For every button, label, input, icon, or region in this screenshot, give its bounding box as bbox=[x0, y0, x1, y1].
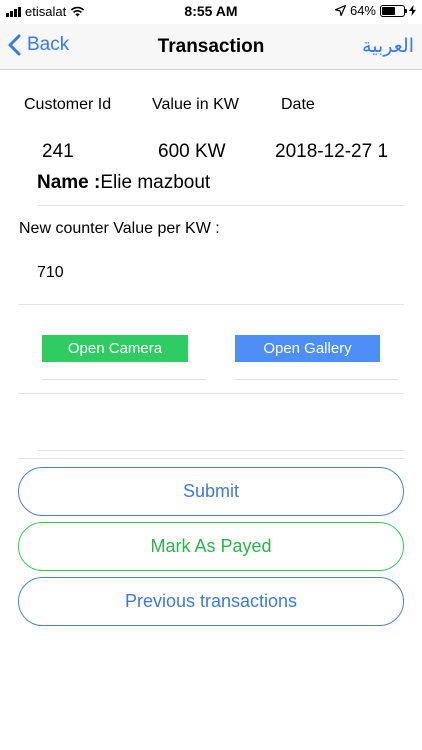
camera-underline bbox=[42, 379, 206, 380]
divider bbox=[18, 458, 404, 459]
status-bar: etisalat 8:55 AM 64% bbox=[0, 0, 422, 24]
customer-name-value: Elie mazbout bbox=[100, 172, 211, 193]
kw-value: 600 KW bbox=[158, 141, 226, 162]
chevron-left-icon bbox=[8, 34, 21, 56]
customer-id-value: 241 bbox=[42, 141, 74, 162]
customer-id-header: Customer Id bbox=[24, 96, 112, 113]
open-camera-button[interactable]: Open Camera bbox=[42, 335, 188, 362]
counter-value-field[interactable]: 710 bbox=[37, 264, 64, 282]
battery-percent: 64% bbox=[349, 3, 376, 18]
customer-name-row: Name :Elie mazbout bbox=[37, 172, 210, 194]
back-button[interactable]: Back bbox=[8, 34, 69, 56]
image-area-top-border bbox=[18, 393, 404, 394]
divider bbox=[37, 205, 404, 206]
navigation-bar: Back Transaction العربية bbox=[0, 24, 422, 70]
value-header: Value in KW bbox=[152, 96, 239, 113]
date-value: 2018-12-27 1 bbox=[275, 141, 389, 162]
submit-button[interactable]: Submit bbox=[18, 467, 404, 516]
charging-bolt-icon bbox=[409, 5, 416, 16]
mark-as-payed-button[interactable]: Mark As Payed bbox=[18, 522, 404, 571]
previous-transactions-button[interactable]: Previous transactions bbox=[18, 577, 404, 626]
location-arrow-icon bbox=[334, 5, 346, 16]
back-button-label: Back bbox=[27, 34, 70, 55]
date-header: Date bbox=[281, 96, 315, 113]
name-label: Name : bbox=[37, 172, 101, 193]
language-toggle-button[interactable]: العربية bbox=[362, 35, 414, 57]
counter-field-underline bbox=[18, 304, 404, 305]
status-right: 64% bbox=[334, 3, 416, 18]
gallery-underline bbox=[235, 379, 398, 380]
open-gallery-button[interactable]: Open Gallery bbox=[235, 335, 380, 362]
image-area-bottom-border bbox=[37, 450, 404, 451]
battery-fill bbox=[382, 6, 396, 15]
battery-icon bbox=[380, 4, 407, 17]
counter-label: New counter Value per KW : bbox=[19, 220, 220, 237]
